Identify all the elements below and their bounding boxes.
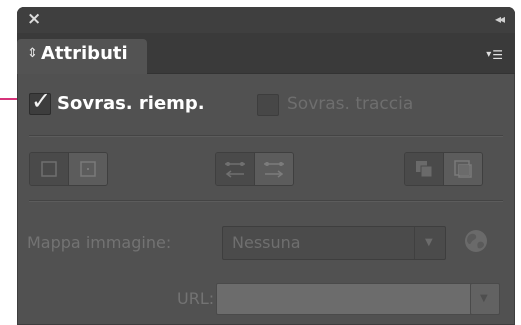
overprint-stroke-label[interactable]: Sovras. traccia [287, 94, 413, 115]
reverse-direction-off-icon [225, 162, 245, 178]
menu-icon: ☰ [492, 48, 503, 62]
overprint-fill-checkbox[interactable]: ✓ [29, 88, 51, 115]
url-input[interactable] [216, 283, 472, 315]
nonzero-winding-button[interactable] [405, 153, 444, 185]
nonzero-winding-icon [416, 161, 433, 178]
close-icon[interactable]: × [27, 9, 41, 29]
overprint-stroke-checkbox[interactable] [257, 94, 279, 116]
image-map-select[interactable]: Nessuna ▼ [222, 226, 446, 260]
dropdown-arrow-icon: ▼ [480, 293, 488, 304]
reverse-direction-off-button[interactable] [216, 153, 255, 185]
divider [29, 200, 503, 202]
image-map-label: Mappa immagine: [27, 233, 172, 252]
show-center-group [29, 152, 108, 186]
hide-center-button[interactable] [30, 153, 69, 185]
panel-menu-button[interactable]: ▾☰ [486, 48, 503, 62]
expand-arrows-icon[interactable]: ⇕ [27, 46, 38, 62]
overprint-fill-label[interactable]: Sovras. riemp. [57, 93, 205, 115]
chevron-down-icon: ▾ [486, 49, 492, 60]
url-dropdown-button[interactable]: ▼ [470, 283, 500, 315]
show-center-button[interactable] [69, 153, 107, 185]
dropdown-arrow-icon: ▼ [425, 237, 433, 248]
checkmark-icon: ✓ [31, 87, 52, 115]
url-label: URL: [177, 289, 215, 308]
reverse-path-group [215, 152, 294, 186]
hide-center-icon [41, 161, 57, 177]
globe-shape [467, 233, 484, 249]
tab-strip: ⇕ Attributi ▾☰ [17, 33, 515, 74]
image-map-value: Nessuna [232, 233, 301, 252]
even-odd-button[interactable] [444, 153, 482, 185]
divider [29, 135, 503, 137]
fill-rule-group [404, 152, 483, 186]
collapse-icon[interactable]: ◂◂ [495, 10, 505, 28]
show-center-icon [80, 161, 96, 177]
reverse-direction-on-button[interactable] [255, 153, 293, 185]
globe-icon[interactable] [465, 230, 487, 252]
reverse-direction-on-icon [264, 162, 284, 178]
overprint-row: ✓ Sovras. riemp. Sovras. traccia [17, 73, 515, 135]
image-map-dropdown-button[interactable]: ▼ [414, 227, 445, 259]
attributes-panel: × ◂◂ ⇕ Attributi ▾☰ ✓ Sovras. riemp. Sov… [17, 7, 515, 325]
panel-titlebar[interactable]: × ◂◂ [17, 7, 515, 33]
even-odd-icon [454, 160, 472, 178]
tab-attributi[interactable]: ⇕ Attributi [17, 39, 147, 74]
tab-label: Attributi [41, 43, 128, 64]
